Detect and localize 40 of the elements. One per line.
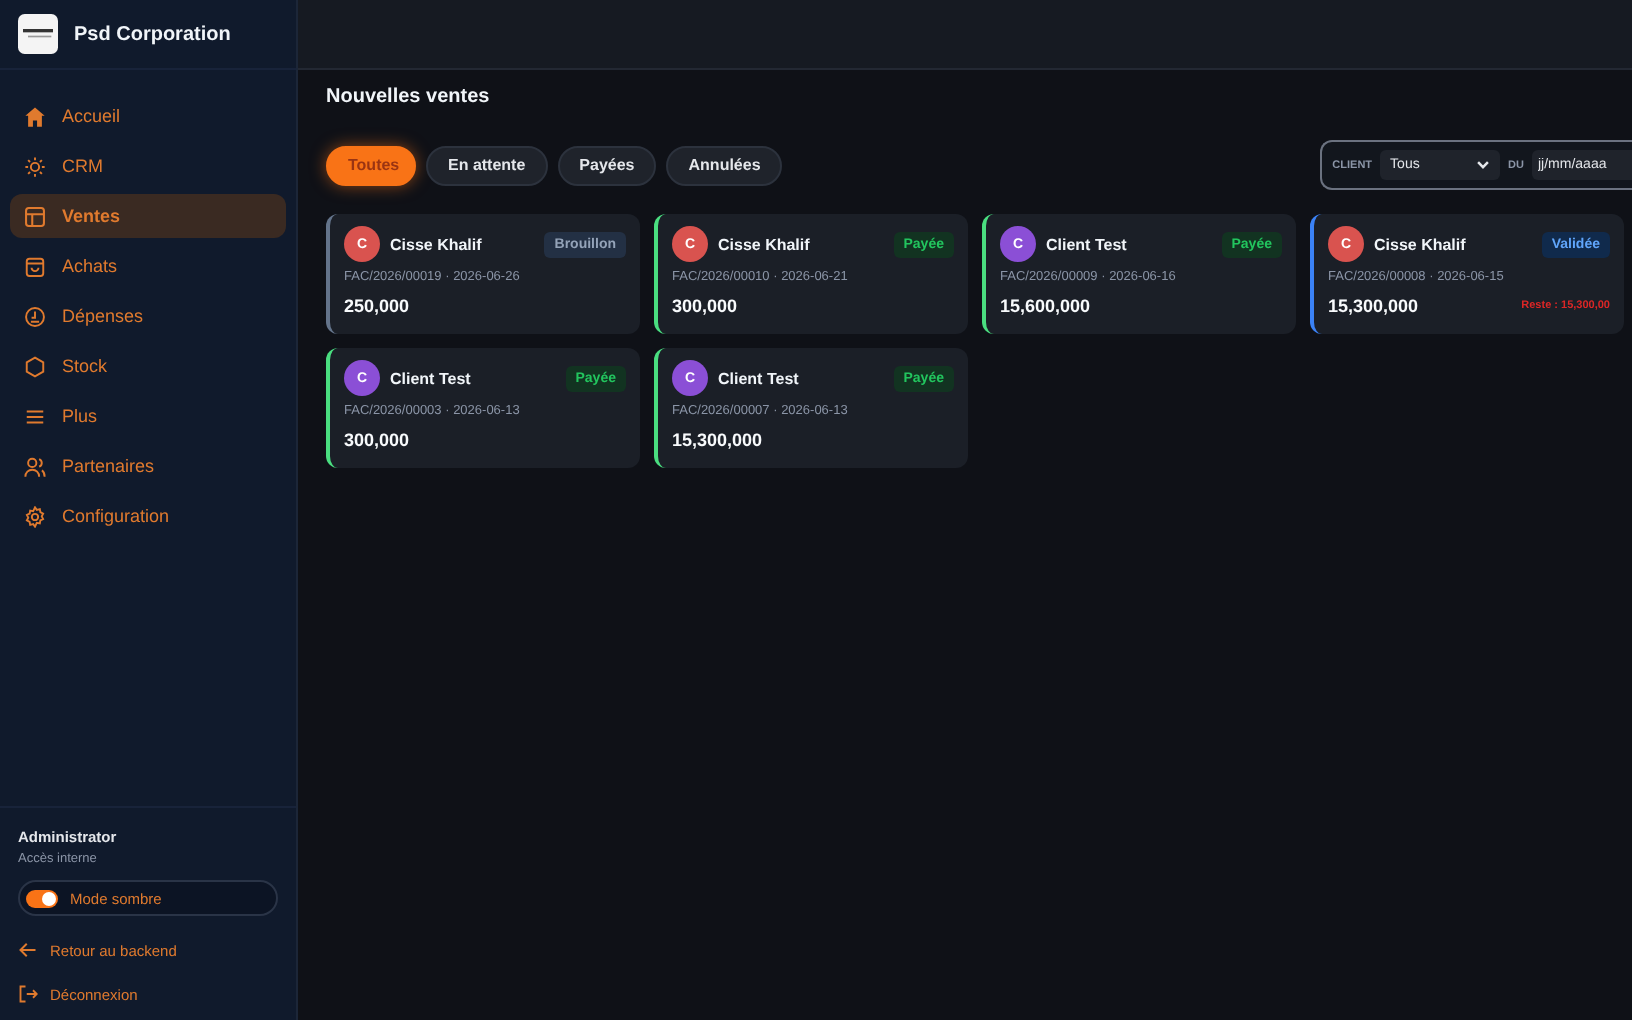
arrow-left-icon — [18, 940, 38, 960]
users-icon — [24, 455, 46, 477]
invoice-amount: 300,000 — [672, 296, 738, 316]
nav-item[interactable]: Dépenses — [10, 294, 286, 338]
nav-item[interactable]: Ventes — [10, 194, 286, 238]
nav-item[interactable]: Plus — [10, 394, 286, 438]
clock-icon — [24, 305, 46, 327]
filter-tab[interactable]: Payées — [557, 145, 657, 185]
filter-tab[interactable]: En attente — [426, 145, 548, 185]
sun-icon — [24, 155, 46, 177]
nav-item[interactable]: Partenaires — [10, 444, 286, 488]
filter-tab[interactable]: Annulées — [666, 145, 783, 185]
logout-icon — [18, 984, 38, 1004]
company-name: Psd Corporation — [74, 23, 231, 45]
company-logo — [18, 14, 58, 54]
nav-item[interactable]: Configuration — [10, 494, 286, 538]
client-name: Cisse Khalif — [718, 235, 810, 253]
invoice-amount: 250,000 — [344, 296, 410, 316]
client-name: Client Test — [718, 369, 799, 387]
invoice-amount: 300,000 — [344, 430, 410, 450]
layout-icon — [24, 205, 46, 227]
invoice-amount: 15,300,000 — [672, 430, 763, 450]
hexagon-icon — [24, 355, 46, 377]
menu-icon — [24, 405, 46, 427]
invoice-amount: 15,600,000 — [1000, 296, 1091, 316]
client-name: Cisse Khalif — [390, 235, 482, 253]
nav-item[interactable]: Accueil — [10, 94, 286, 138]
page-title: Nouvelles ventes — [326, 86, 492, 108]
chevron-down-icon — [1476, 158, 1491, 172]
bag-icon — [24, 255, 46, 277]
settings-icon — [24, 505, 46, 527]
nav-item[interactable]: Achats — [10, 244, 286, 288]
toggle-switch[interactable] — [26, 889, 58, 907]
nav-item[interactable]: Stock — [10, 344, 286, 388]
nav-item[interactable]: CRM — [10, 144, 286, 188]
client-name: Cisse Khalif — [1374, 235, 1466, 253]
invoice-amount: 15,300,000 — [1328, 296, 1419, 316]
home-icon — [24, 105, 46, 127]
client-name: Client Test — [390, 369, 471, 387]
client-name: Client Test — [1046, 235, 1127, 253]
